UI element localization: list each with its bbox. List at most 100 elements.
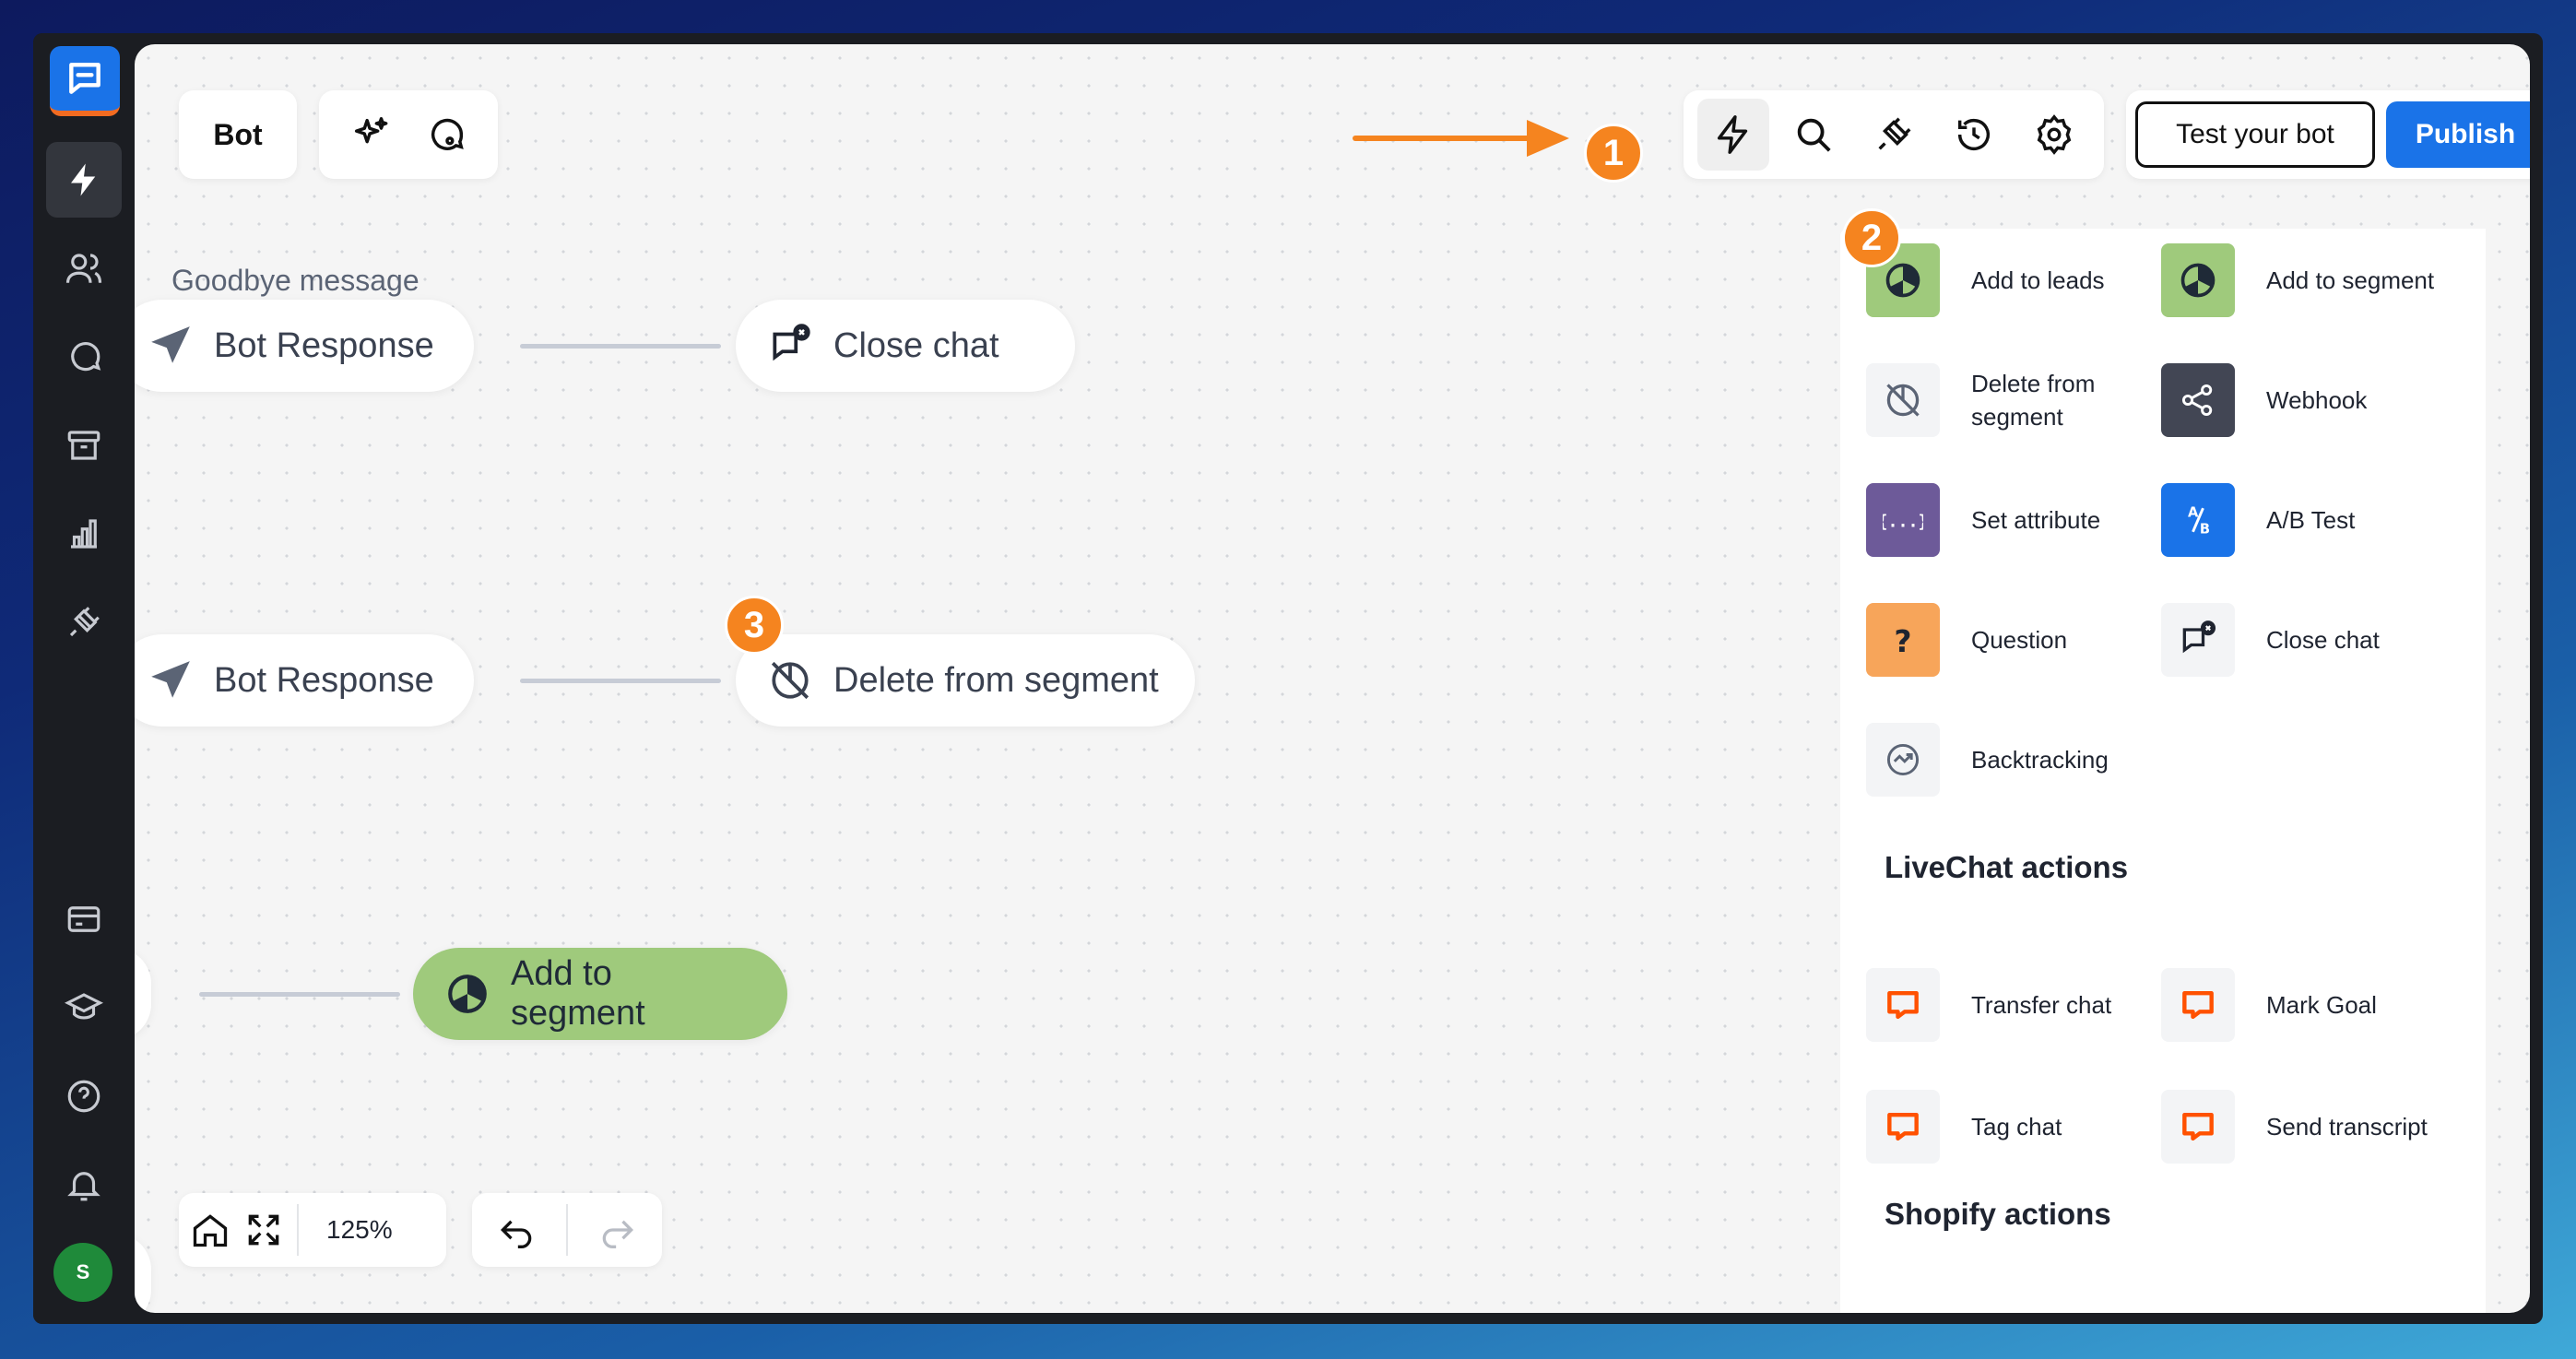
livechat-icon — [2161, 1090, 2235, 1164]
sparkles-icon[interactable] — [349, 113, 392, 156]
action-ab-test[interactable]: AB A/B Test — [2161, 483, 2441, 557]
action-label: Close chat — [2266, 626, 2380, 654]
backtracking-icon — [1866, 723, 1940, 797]
divider — [297, 1204, 299, 1256]
connector-line — [520, 679, 721, 683]
action-label: Delete from segment — [1971, 370, 2096, 431]
undo-icon[interactable] — [496, 1210, 537, 1250]
action-mark-goal[interactable]: Mark Goal — [2161, 968, 2441, 1042]
bot-response-node[interactable]: Bot Response — [135, 300, 474, 392]
action-backtracking[interactable]: Backtracking — [1866, 723, 2146, 797]
action-webhook[interactable]: Webhook — [2161, 363, 2441, 437]
search-icon — [1797, 118, 1831, 152]
braces-icon: {...} — [1866, 483, 1940, 557]
integrations-button[interactable] — [1858, 99, 1930, 171]
sidebar-item-notifications[interactable] — [46, 1147, 122, 1223]
section-title: Goodbye message — [171, 264, 419, 297]
sidebar-item-audience[interactable] — [46, 230, 122, 306]
redo-icon[interactable] — [597, 1210, 638, 1250]
editor-tools-group — [1684, 90, 2104, 179]
search-button[interactable] — [1778, 99, 1849, 171]
bell-icon — [67, 1172, 100, 1201]
history-controls — [472, 1193, 662, 1267]
action-send-transcript[interactable]: Send transcript — [2161, 1090, 2441, 1164]
connector-line — [520, 344, 721, 349]
avatar[interactable]: S — [53, 1243, 112, 1302]
sidebar-item-billing[interactable] — [46, 881, 122, 957]
svg-text:B: B — [2200, 522, 2210, 538]
ai-tools-group — [319, 90, 498, 179]
archive-icon — [67, 431, 100, 460]
chat-question-icon — [71, 342, 101, 372]
plug-icon — [1878, 117, 1911, 150]
fit-screen-icon[interactable] — [243, 1210, 284, 1250]
node-label: Close chat — [833, 325, 999, 365]
users-icon — [65, 254, 102, 283]
step-badge-1: 1 — [1584, 124, 1643, 183]
sidebar-item-automations[interactable] — [46, 142, 122, 218]
action-transfer-chat[interactable]: Transfer chat — [1866, 968, 2146, 1042]
home-icon[interactable] — [190, 1210, 230, 1250]
bolt-icon — [71, 163, 96, 196]
chatbot-logo-icon[interactable] — [50, 46, 120, 116]
sidebar-item-academy[interactable] — [46, 970, 122, 1046]
action-label: Backtracking — [1971, 746, 2109, 774]
sidebar-item-help[interactable] — [46, 1058, 122, 1134]
add-to-segment-node[interactable]: Add to segment — [413, 948, 787, 1040]
send-icon — [151, 661, 190, 698]
action-set-attribute[interactable]: {...} Set attribute — [1866, 483, 2146, 557]
sidebar-item-reports[interactable] — [46, 496, 122, 572]
actions-panel: Add to leads Add to segment Delete from … — [1840, 229, 2486, 1313]
gear-icon — [2038, 114, 2072, 155]
close-chat-icon — [773, 324, 810, 361]
flow-canvas[interactable]: Bot 1 Test your bot Publish Goodbye mess… — [135, 44, 2530, 1313]
send-icon — [151, 326, 190, 363]
action-label: Add to leads — [1971, 266, 2105, 294]
history-icon — [1958, 119, 1991, 151]
action-add-to-leads[interactable]: Add to leads — [1866, 243, 2146, 317]
close-chat-icon — [2161, 603, 2235, 677]
connector-line — [199, 992, 400, 997]
pointer-arrow-icon — [1353, 120, 1569, 157]
webhook-icon — [2161, 363, 2235, 437]
action-label: Send transcript — [2266, 1113, 2428, 1140]
action-label: Mark Goal — [2266, 991, 2377, 1019]
segment-pie-icon — [2161, 243, 2235, 317]
history-button[interactable] — [1938, 99, 2010, 171]
zoom-level[interactable]: 125% — [312, 1215, 408, 1245]
action-label: Set attribute — [1971, 506, 2101, 534]
chat-question-icon[interactable] — [426, 113, 468, 156]
help-icon — [67, 1080, 100, 1113]
sidebar-item-chats[interactable] — [46, 319, 122, 395]
divider — [566, 1204, 568, 1256]
livechat-actions-title: LiveChat actions — [1885, 850, 2129, 884]
partial-node[interactable] — [135, 1234, 151, 1313]
settings-button[interactable] — [2018, 99, 2090, 171]
bot-response-node[interactable]: Bot Response — [135, 634, 474, 727]
automations-button[interactable] — [1696, 99, 1769, 171]
close-chat-node[interactable]: Close chat — [736, 300, 1075, 392]
action-close-chat[interactable]: Close chat — [2161, 603, 2441, 677]
action-add-to-segment[interactable]: Add to segment — [2161, 243, 2441, 317]
plug-icon — [69, 607, 100, 637]
bot-name-label[interactable]: Bot — [179, 90, 297, 179]
node-label: Add to segment — [510, 954, 645, 1033]
action-label: Webhook — [2266, 386, 2368, 414]
livechat-icon — [2161, 968, 2235, 1042]
action-question[interactable]: ? Question — [1866, 603, 2146, 677]
test-bot-button[interactable]: Test your bot — [2135, 101, 2375, 168]
svg-text:?: ? — [1894, 623, 1911, 659]
partial-node[interactable] — [135, 948, 151, 1040]
livechat-icon — [1866, 968, 1940, 1042]
action-delete-from-segment[interactable]: Delete from segment — [1866, 363, 2146, 437]
node-label: Delete from segment — [833, 660, 1159, 700]
step-badge-2: 2 — [1842, 208, 1901, 267]
action-tag-chat[interactable]: Tag chat — [1866, 1090, 2146, 1164]
delete-from-segment-node[interactable]: Delete from segment — [736, 634, 1195, 727]
bolt-icon — [1717, 115, 1747, 154]
graduation-cap-icon — [65, 993, 103, 1020]
sidebar-item-archive[interactable] — [46, 408, 122, 483]
sidebar-item-integrations[interactable] — [46, 585, 122, 660]
publish-button[interactable]: Publish — [2386, 101, 2530, 168]
action-label: Add to segment — [2266, 266, 2435, 294]
